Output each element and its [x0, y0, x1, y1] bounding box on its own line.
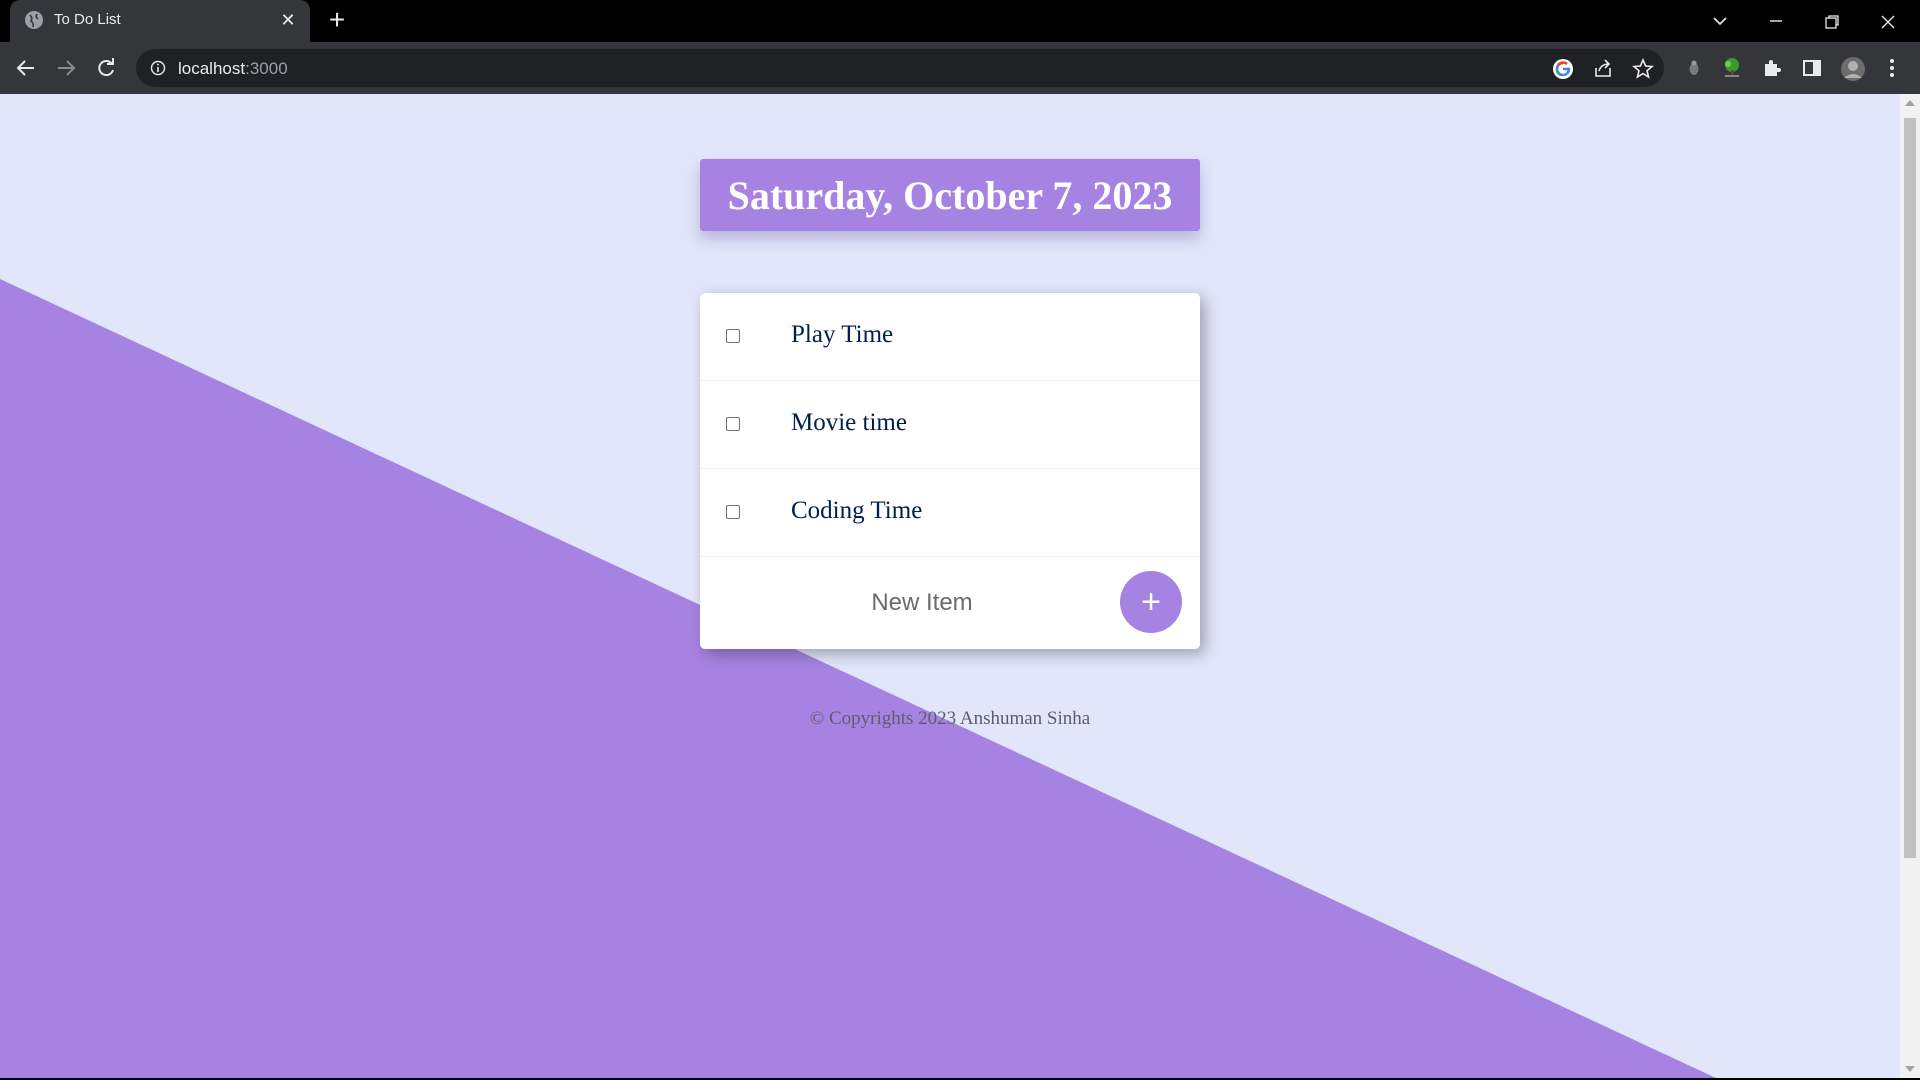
globe-icon — [25, 11, 43, 29]
restore-icon[interactable] — [1804, 0, 1860, 42]
scrollbar-thumb[interactable] — [1904, 118, 1916, 858]
extension-icon[interactable] — [1682, 56, 1706, 80]
item-label: Play Time — [791, 321, 894, 348]
share-icon[interactable] — [1592, 58, 1614, 80]
google-icon[interactable] — [1552, 58, 1574, 80]
new-item-form: + — [700, 558, 1200, 649]
reload-icon[interactable] — [92, 54, 120, 82]
item-label: Movie time — [791, 409, 907, 436]
new-tab-button[interactable]: + — [324, 6, 350, 34]
address-bar[interactable]: localhost:3000 — [136, 49, 1664, 87]
tab-todo[interactable]: To Do List ✕ — [10, 0, 310, 42]
page-viewport: Saturday, October 7, 2023 Play Time Movi… — [0, 94, 1900, 1078]
menu-icon[interactable] — [1880, 56, 1904, 80]
scroll-up-arrow-icon[interactable] — [1905, 100, 1915, 106]
date-heading-box: Saturday, October 7, 2023 — [700, 159, 1200, 231]
puzzle-icon[interactable] — [1760, 56, 1784, 80]
item-checkbox[interactable] — [726, 329, 740, 343]
tab-strip: To Do List ✕ + — [0, 0, 1920, 42]
star-icon[interactable] — [1632, 57, 1654, 80]
forward-icon[interactable] — [52, 54, 80, 82]
new-item-input[interactable] — [725, 578, 1119, 628]
tab-title: To Do List — [54, 11, 121, 28]
todo-item: Movie time — [700, 381, 1200, 469]
add-item-button[interactable]: + — [1120, 571, 1182, 633]
scroll-down-arrow-icon[interactable] — [1905, 1066, 1915, 1072]
side-panel-icon[interactable] — [1800, 56, 1824, 80]
url-port: :3000 — [245, 59, 288, 78]
todo-item: Coding Time — [700, 469, 1200, 557]
url-text: localhost:3000 — [178, 59, 288, 79]
minimize-icon[interactable] — [1748, 0, 1804, 42]
browser-window: To Do List ✕ + localhost:3000 Saturday, … — [0, 0, 1920, 1080]
profile-avatar[interactable] — [1840, 56, 1865, 81]
browser-toolbar: localhost:3000 — [0, 42, 1920, 94]
item-checkbox[interactable] — [726, 417, 740, 431]
copyright-footer: © Copyrights 2023 Anshuman Sinha — [809, 708, 1091, 729]
item-checkbox[interactable] — [726, 505, 740, 519]
url-host: localhost — [178, 59, 246, 78]
info-icon[interactable] — [150, 60, 166, 81]
vertical-scrollbar[interactable] — [1900, 94, 1920, 1078]
tab-search-icon[interactable] — [1692, 0, 1748, 42]
close-tab-icon[interactable]: ✕ — [278, 10, 298, 30]
todo-list-box: Play Time Movie time Coding Time + — [700, 293, 1200, 649]
item-label: Coding Time — [791, 497, 923, 524]
tree-extension-icon[interactable] — [1720, 56, 1744, 80]
date-heading: Saturday, October 7, 2023 — [727, 172, 1173, 218]
back-icon[interactable] — [12, 54, 40, 82]
close-window-icon[interactable] — [1860, 0, 1916, 42]
todo-item: Play Time — [700, 293, 1200, 381]
